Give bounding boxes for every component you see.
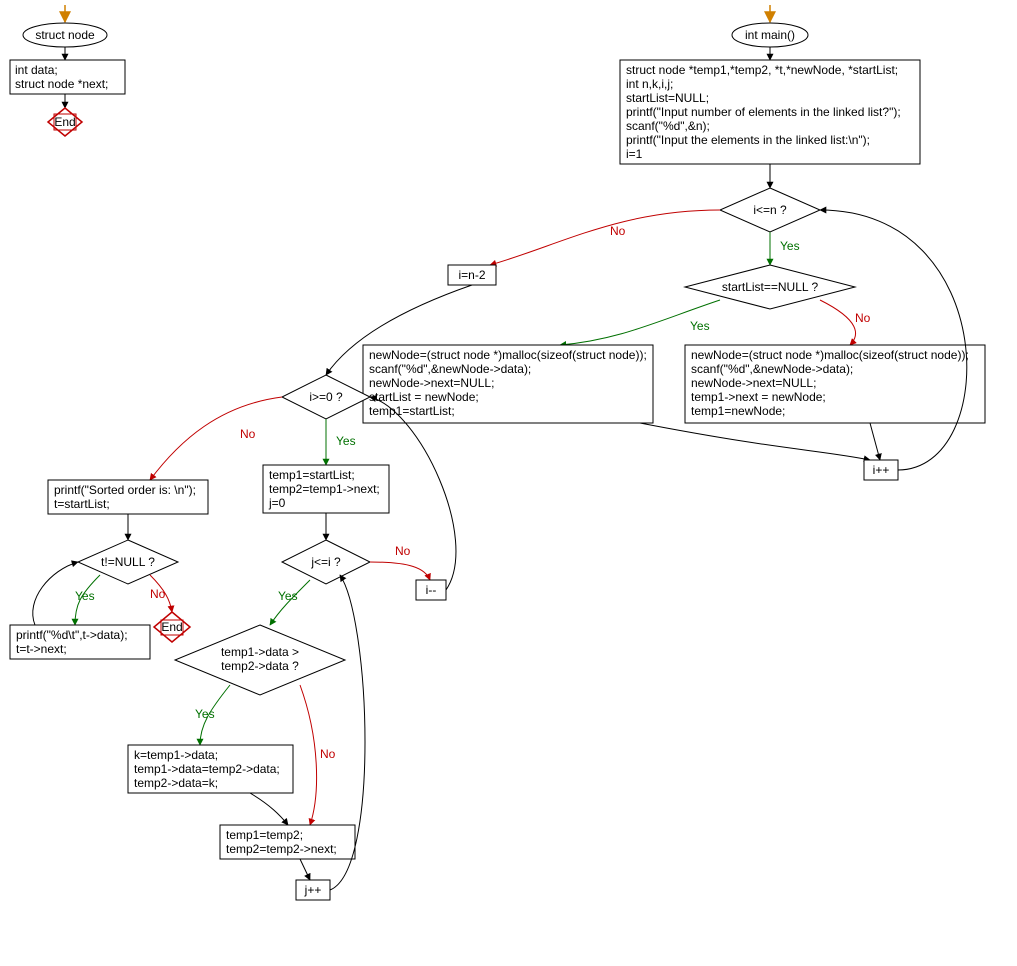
code-line: struct node *next; <box>15 77 108 91</box>
code-line: temp2=temp2->next; <box>226 842 337 856</box>
end-node: End <box>154 612 190 642</box>
code-line: t=t->next; <box>16 642 67 656</box>
decision-label: t!=NULL ? <box>101 555 155 569</box>
code-line: scanf("%d",&newNode->data); <box>691 362 853 376</box>
code-line: k=temp1->data; <box>134 748 218 762</box>
edge-label: Yes <box>75 589 95 603</box>
code-line: temp2=temp1->next; <box>269 482 380 496</box>
code-line: temp1=startList; <box>369 404 455 418</box>
end-node: End <box>48 108 82 136</box>
edge-label: Yes <box>336 434 356 448</box>
code-line: temp1=startList; <box>269 468 355 482</box>
code-line: struct node *temp1,*temp2, *t,*newNode, … <box>626 63 898 77</box>
start-label: int main() <box>745 28 795 42</box>
decision-label: startList==NULL ? <box>722 280 819 294</box>
code-line: printf("%d\t",t->data); <box>16 628 128 642</box>
code-line: i-- <box>426 583 437 597</box>
code-line: printf("Input the elements in the linked… <box>626 133 870 147</box>
edge-loop <box>33 562 78 625</box>
edge-label: Yes <box>278 589 298 603</box>
edge-label: Yes <box>780 239 800 253</box>
edge-label: Yes <box>195 707 215 721</box>
edge-label: No <box>150 587 166 601</box>
code-line: scanf("%d",&newNode->data); <box>369 362 531 376</box>
code-line: temp1=newNode; <box>691 404 785 418</box>
code-line: j=0 <box>268 496 286 510</box>
code-line: temp1=temp2; <box>226 828 303 842</box>
main-group: int main() struct node *temp1,*temp2, *t… <box>10 5 985 900</box>
decision-label: temp2->data ? <box>221 659 299 673</box>
code-line: temp1->data=temp2->data; <box>134 762 280 776</box>
end-label: End <box>54 115 75 129</box>
code-line: temp2->data=k; <box>134 776 218 790</box>
code-line: scanf("%d",&n); <box>626 119 710 133</box>
decision-label: i<=n ? <box>753 203 787 217</box>
code-line: temp1->next = newNode; <box>691 390 826 404</box>
flowchart-canvas: struct node int data; struct node *next;… <box>0 0 1017 966</box>
code-line: i=n-2 <box>458 268 485 282</box>
code-line: i=1 <box>626 147 643 161</box>
edge-label: No <box>395 544 411 558</box>
decision-label: temp1->data > <box>221 645 299 659</box>
decision-label: i>=0 ? <box>309 390 343 404</box>
edge-label: No <box>320 747 336 761</box>
code-line: printf("Input number of elements in the … <box>626 105 901 119</box>
edge-no <box>150 397 282 480</box>
edge-label: No <box>240 427 256 441</box>
code-line: t=startList; <box>54 497 110 511</box>
code-line: int data; <box>15 63 58 77</box>
edge <box>300 859 310 880</box>
end-label: End <box>161 620 182 634</box>
code-line: newNode->next=NULL; <box>369 376 494 390</box>
code-line: printf("Sorted order is: \n"); <box>54 483 196 497</box>
edge <box>870 423 880 460</box>
decision-label: j<=i ? <box>310 555 341 569</box>
code-line: newNode=(struct node *)malloc(sizeof(str… <box>691 348 969 362</box>
code-line: newNode->next=NULL; <box>691 376 816 390</box>
edge-label: Yes <box>690 319 710 333</box>
edge-no <box>370 562 430 580</box>
edge <box>250 793 288 825</box>
code-line: i++ <box>873 463 890 477</box>
struct-node-group: struct node int data; struct node *next;… <box>10 5 125 136</box>
code-line: startList=NULL; <box>626 91 709 105</box>
code-line: startList = newNode; <box>369 390 479 404</box>
edge-no <box>490 210 720 265</box>
edge-no <box>300 685 317 825</box>
edge-label: No <box>610 224 626 238</box>
start-label: struct node <box>35 28 95 42</box>
code-line: newNode=(struct node *)malloc(sizeof(str… <box>369 348 647 362</box>
edge-no <box>820 300 856 345</box>
edge-label: No <box>855 311 871 325</box>
code-line: int n,k,i,j; <box>626 77 673 91</box>
edge-loop <box>820 210 967 470</box>
code-line: j++ <box>304 883 322 897</box>
edge <box>640 423 870 460</box>
